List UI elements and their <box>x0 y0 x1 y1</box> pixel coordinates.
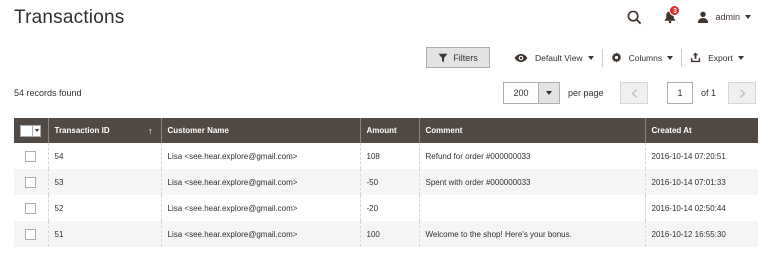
transaction-id-cell: 51 <box>48 221 162 247</box>
total-pages-label: of 1 <box>701 88 717 98</box>
row-select-cell <box>14 169 49 195</box>
columns-label: Columns <box>628 52 663 63</box>
chevron-right-icon <box>739 88 745 98</box>
grid-toolbar: Default View Columns Export <box>506 47 752 68</box>
export-dropdown[interactable]: Export <box>682 47 752 68</box>
per-page-value: 200 <box>513 88 529 98</box>
row-select-cell <box>14 195 49 221</box>
user-icon <box>698 11 709 23</box>
table-row[interactable]: 52 Lisa <see.hear.explore@gmail.com> -20… <box>14 195 758 221</box>
table-row[interactable]: 51 Lisa <see.hear.explore@gmail.com> 100… <box>14 221 758 247</box>
row-checkbox[interactable] <box>25 150 37 162</box>
per-page-label: per page <box>568 88 604 98</box>
columns-dropdown[interactable]: Columns <box>603 47 682 68</box>
chevron-down-icon <box>587 55 594 60</box>
column-header-amount[interactable]: Amount <box>360 118 420 143</box>
transaction-id-cell: 54 <box>48 143 162 169</box>
customer-name-cell: Lisa <see.hear.explore@gmail.com> <box>161 143 361 169</box>
default-view-label: Default View <box>535 52 583 63</box>
customer-name-cell: Lisa <see.hear.explore@gmail.com> <box>161 195 361 221</box>
transactions-grid: Transaction ID ↑ Customer Name Amount Com… <box>14 118 758 247</box>
chevron-left-icon <box>631 88 637 98</box>
table-row[interactable]: 53 Lisa <see.hear.explore@gmail.com> -50… <box>14 169 758 195</box>
notifications-button[interactable]: 3 <box>661 5 681 26</box>
chevron-down-icon <box>667 55 674 60</box>
per-page-select[interactable]: 200 <box>503 82 560 104</box>
chevron-down-icon <box>745 15 751 19</box>
row-checkbox[interactable] <box>25 228 37 240</box>
records-found-count: 54 records found <box>14 88 82 98</box>
filters-button[interactable]: Filters <box>426 47 490 68</box>
header-actions: 3 admin <box>625 5 751 26</box>
per-page-control: 200 per page <box>503 82 604 104</box>
row-select-cell <box>14 143 49 169</box>
column-header-transaction-id[interactable]: Transaction ID ↑ <box>48 118 162 143</box>
funnel-icon <box>438 53 448 62</box>
mass-select-dropdown[interactable] <box>20 124 42 137</box>
transaction-id-cell: 53 <box>48 169 162 195</box>
column-header-created-at[interactable]: Created At <box>645 118 758 143</box>
comment-cell: Refund for order #000000033 <box>419 143 646 169</box>
created-at-cell: 2016-10-14 02:50:44 <box>651 203 726 213</box>
mass-action-header <box>14 118 49 143</box>
admin-account-menu[interactable]: admin <box>697 11 751 23</box>
current-page-input[interactable]: 1 <box>667 82 693 104</box>
amount-cell: 108 <box>360 143 420 169</box>
created-at-cell: 2016-10-14 07:01:33 <box>645 169 758 195</box>
chevron-down-icon <box>34 129 39 132</box>
gear-icon <box>611 52 621 63</box>
next-page-button[interactable] <box>728 82 757 104</box>
row-select-cell <box>14 221 49 247</box>
per-page-toggle[interactable] <box>538 83 559 103</box>
default-view-dropdown[interactable]: Default View <box>506 47 602 68</box>
comment-cell <box>419 195 646 221</box>
page-title: Transactions <box>14 7 125 28</box>
column-header-comment[interactable]: Comment <box>419 118 646 143</box>
admin-label: admin <box>715 12 740 22</box>
transaction-id-cell: 52 <box>48 195 162 221</box>
table-row[interactable]: 54 Lisa <see.hear.explore@gmail.com> 108… <box>14 143 758 169</box>
customer-name-cell: Lisa <see.hear.explore@gmail.com> <box>161 169 361 195</box>
column-header-customer-name[interactable]: Customer Name <box>161 118 361 143</box>
filters-label: Filters <box>453 52 478 63</box>
comment-cell: Welcome to the shop! Here's your bonus. <box>419 221 646 247</box>
sort-ascending-icon: ↑ <box>148 126 153 136</box>
search-icon[interactable] <box>625 8 643 26</box>
row-checkbox[interactable] <box>25 176 37 188</box>
amount-cell: -20 <box>360 195 420 221</box>
created-at-cell: 2016-10-14 07:20:51 <box>651 151 726 161</box>
chevron-down-icon <box>546 91 552 95</box>
table-header-row: Transaction ID ↑ Customer Name Amount Com… <box>14 118 758 143</box>
chevron-down-icon <box>737 55 744 60</box>
amount-cell: 100 <box>360 221 420 247</box>
eye-icon <box>514 53 528 62</box>
export-label: Export <box>708 52 733 63</box>
customer-name-cell: Lisa <see.hear.explore@gmail.com> <box>161 221 361 247</box>
row-checkbox[interactable] <box>25 202 37 214</box>
export-icon <box>691 52 701 63</box>
notification-count-badge: 3 <box>669 5 681 16</box>
previous-page-button[interactable] <box>620 82 648 104</box>
pagination: 1 of 1 <box>620 82 757 104</box>
created-at-cell: 2016-10-12 16:55:30 <box>645 221 758 247</box>
amount-cell: -50 <box>360 169 420 195</box>
comment-cell: Spent with order #000000033 <box>419 169 646 195</box>
